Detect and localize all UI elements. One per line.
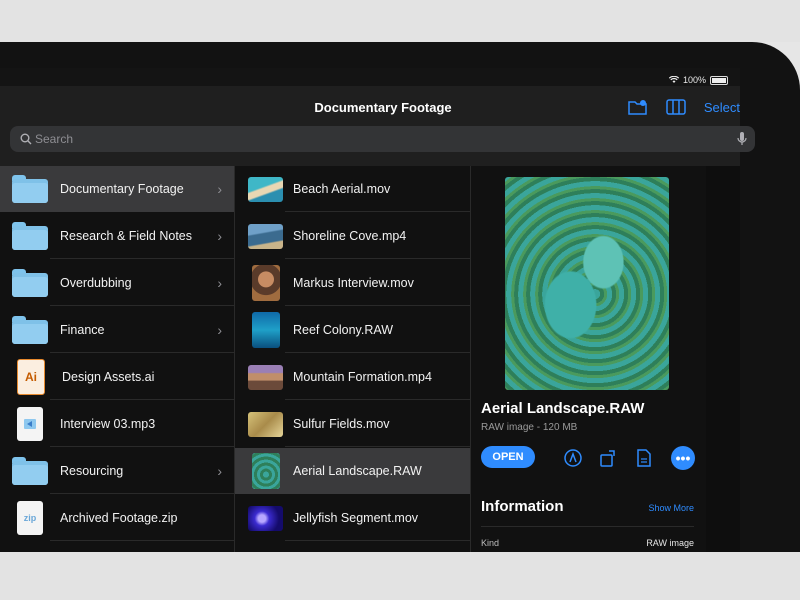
file-label: Reef Colony.RAW [293,323,394,337]
file-label: Interview 03.mp3 [60,417,156,431]
column-view-icon[interactable] [666,98,686,116]
create-pdf-icon[interactable] [633,447,655,469]
video-thumbnail [248,411,283,437]
files-column: Beach Aerial.mov Shoreline Cove.mp4 Mark… [235,166,470,552]
file-row-reef-colony[interactable]: Reef Colony.RAW [235,307,470,353]
folder-icon [12,316,48,344]
sidebar-item-resourcing[interactable]: Resourcing › [0,448,234,494]
file-row-sulfur-fields[interactable]: Sulfur Fields.mov [235,401,470,447]
battery-icon [710,75,728,85]
microphone-icon[interactable] [737,131,747,147]
preview-pane: Aerial Landscape.RAW RAW image - 120 MB … [471,166,706,552]
chevron-right-icon: › [217,322,222,338]
image-thumbnail [252,453,280,489]
video-thumbnail [248,505,283,531]
chevron-right-icon: › [217,228,222,244]
file-label: Shoreline Cove.mp4 [293,229,407,243]
audio-file-icon [17,407,43,441]
folder-label: Resourcing [60,464,124,478]
file-label: Aerial Landscape.RAW [293,464,422,478]
search-field[interactable]: Search [10,126,755,152]
chevron-right-icon: › [217,463,222,479]
preview-subtitle: RAW image - 120 MB [481,422,578,433]
navigation-bar: Documentary Footage Select Search [0,86,755,166]
preview-image[interactable] [505,177,669,390]
search-icon [17,130,35,148]
markup-icon[interactable] [562,447,584,469]
kind-value: RAW image [646,538,694,548]
file-row-aerial-landscape[interactable]: Aerial Landscape.RAW [235,448,470,494]
file-label: Beach Aerial.mov [293,182,391,196]
file-label: Jellyfish Segment.mov [293,511,419,525]
file-label: Design Assets.ai [62,370,155,384]
divider [481,526,694,527]
folder-icon [12,222,48,250]
status-bar: 100% [668,73,728,87]
image-thumbnail [252,312,280,348]
sidebar-item-overdubbing[interactable]: Overdubbing › [0,260,234,306]
wifi-icon [668,76,679,83]
video-thumbnail [248,176,283,202]
sidebar-item-design-assets[interactable]: Ai Design Assets.ai [0,354,234,400]
file-row-markus-interview[interactable]: Markus Interview.mov [235,260,470,306]
illustrator-file-icon: Ai [17,359,45,395]
folder-label: Overdubbing [60,276,132,290]
sidebar-item-documentary-footage[interactable]: Documentary Footage › [0,166,234,212]
file-label: Archived Footage.zip [60,511,178,525]
open-button[interactable]: OPEN [481,446,535,468]
show-more-link[interactable]: Show More [648,503,694,513]
folder-label: Documentary Footage [60,182,184,196]
preview-title: Aerial Landscape.RAW [481,400,645,417]
file-label: Mountain Formation.mp4 [293,370,432,384]
sidebar-item-interview-03[interactable]: Interview 03.mp3 [0,401,234,447]
folder-icon [12,457,48,485]
screen-edge [706,166,740,552]
chevron-right-icon: › [217,275,222,291]
zip-file-icon: zip [17,501,43,535]
folder-label: Finance [60,323,105,337]
new-folder-icon[interactable] [628,98,648,116]
video-thumbnail [252,265,280,301]
file-label: Sulfur Fields.mov [293,417,390,431]
folder-icon [12,269,48,297]
file-row-jellyfish-segment[interactable]: Jellyfish Segment.mov [235,495,470,541]
battery-percent: 100% [682,75,706,85]
folder-label: Research & Field Notes [60,229,193,243]
file-row-beach-aerial[interactable]: Beach Aerial.mov [235,166,470,212]
file-row-mountain-formation[interactable]: Mountain Formation.mp4 [235,354,470,400]
files-app-screen: 100% Documentary Footage Select Search D… [0,68,755,552]
folder-icon [12,175,48,203]
file-row-shoreline-cove[interactable]: Shoreline Cove.mp4 [235,213,470,259]
information-heading: Information [481,498,564,515]
video-thumbnail [248,223,283,249]
letterbox-bottom [0,552,800,600]
more-options-button[interactable]: ••• [671,446,695,470]
rotate-icon[interactable] [597,447,619,469]
chevron-right-icon: › [217,181,222,197]
sidebar-item-research-field-notes[interactable]: Research & Field Notes › [0,213,234,259]
ipad-frame: 100% Documentary Footage Select Search D… [0,42,800,552]
sidebar-item-finance[interactable]: Finance › [0,307,234,353]
file-label: Markus Interview.mov [293,276,414,290]
letterbox-top [0,0,800,42]
sidebar-item-archived-footage[interactable]: zip Archived Footage.zip [0,495,234,541]
nav-actions: Select [628,98,740,116]
search-placeholder: Search [35,132,74,146]
folders-column: Documentary Footage › Research & Field N… [0,166,234,552]
select-button[interactable]: Select [704,100,740,115]
video-thumbnail [248,364,283,390]
kind-label: Kind [481,538,500,548]
